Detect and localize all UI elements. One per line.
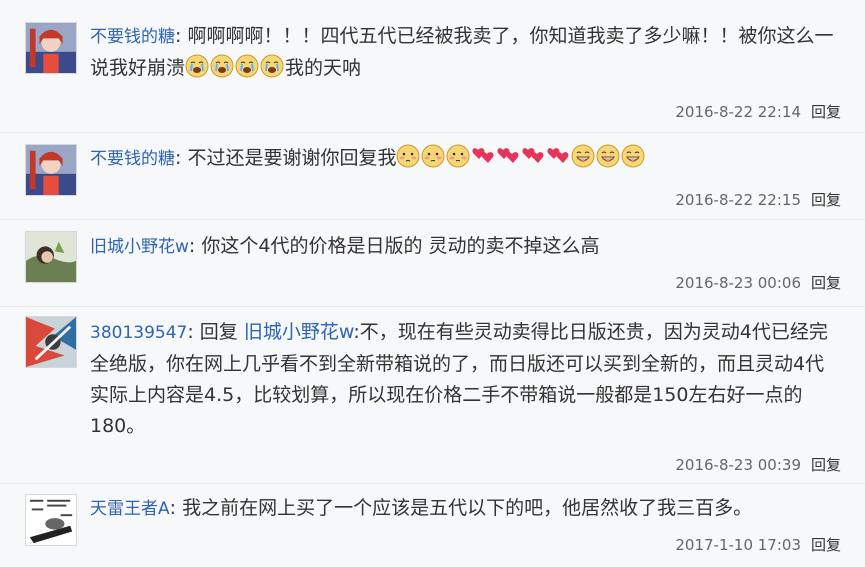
timestamp: 2016-8-23 00:39 xyxy=(675,456,801,474)
comment-text: 不要钱的糖: 不过还是要谢谢你回复我 xyxy=(90,143,835,175)
comment-text: 旧城小野花w: 你这个4代的价格是日版的 灵动的卖不掉这么高 xyxy=(90,231,835,263)
comment-item: 旧城小野花w: 你这个4代的价格是日版的 灵动的卖不掉这么高 2016-8-23… xyxy=(0,220,865,307)
avatar[interactable] xyxy=(25,22,77,74)
comment-item: 不要钱的糖: 啊啊啊啊！！！四代五代已经被我卖了，你知道我卖了多少嘛！！被你这么… xyxy=(0,0,865,133)
comment-meta: 2016-8-22 22:14 回复 xyxy=(675,101,841,122)
timestamp: 2017-1-10 17:03 xyxy=(675,536,801,554)
grin-icon xyxy=(571,144,595,168)
crying-icon xyxy=(185,54,209,78)
reply-button[interactable]: 回复 xyxy=(811,456,841,474)
comment-item: 380139547: 回复 旧城小野花w:不，现在有些灵动卖得比日版还贵，因为灵… xyxy=(0,307,865,484)
comment-meta: 2016-8-23 00:39 回复 xyxy=(675,454,841,475)
comment-meta: 2017-1-10 17:03 回复 xyxy=(675,534,841,555)
username-link[interactable]: 旧城小野花w xyxy=(90,237,189,257)
username-separator: : xyxy=(175,147,182,169)
comment-body: 你这个4代的价格是日版的 灵动的卖不掉这么高 xyxy=(201,235,600,257)
crying-icon xyxy=(235,54,259,78)
timestamp: 2016-8-22 22:15 xyxy=(675,191,801,209)
comment-item: 天雷王者A: 我之前在网上买了一个应该是五代以下的吧，他居然收了我三百多。 20… xyxy=(0,484,865,567)
crying-icon xyxy=(210,54,234,78)
reply-prefix: 回复 xyxy=(199,321,238,343)
username-link[interactable]: 不要钱的糖 xyxy=(90,149,175,169)
username-separator: : xyxy=(187,321,194,343)
reply-target-link[interactable]: 旧城小野花w xyxy=(244,321,354,343)
hearts-icon xyxy=(546,144,570,168)
avatar[interactable] xyxy=(25,316,77,368)
avatar[interactable] xyxy=(25,231,77,283)
comment-text: 380139547: 回复 旧城小野花w:不，现在有些灵动卖得比日版还贵，因为灵… xyxy=(90,317,835,442)
grin-icon xyxy=(621,144,645,168)
reply-button[interactable]: 回复 xyxy=(811,191,841,209)
comment-text: 天雷王者A: 我之前在网上买了一个应该是五代以下的吧，他居然收了我三百多。 xyxy=(90,493,835,525)
comment-list: 不要钱的糖: 啊啊啊啊！！！四代五代已经被我卖了，你知道我卖了多少嘛！！被你这么… xyxy=(0,0,865,567)
comment-item: 不要钱的糖: 不过还是要谢谢你回复我 2016-8-22 22:15 回复 xyxy=(0,133,865,220)
avatar[interactable] xyxy=(25,494,77,546)
username-link[interactable]: 380139547 xyxy=(90,323,187,343)
comment-text: 不要钱的糖: 啊啊啊啊！！！四代五代已经被我卖了，你知道我卖了多少嘛！！被你这么… xyxy=(90,21,835,84)
comment-body: 不过还是要谢谢你回复我 xyxy=(187,147,397,169)
username-separator: : xyxy=(169,497,177,519)
timestamp: 2016-8-22 22:14 xyxy=(675,103,801,121)
username-separator: : xyxy=(175,25,182,47)
comment-meta: 2016-8-22 22:15 回复 xyxy=(675,189,841,210)
avatar[interactable] xyxy=(25,144,77,196)
comment-meta: 2016-8-23 00:06 回复 xyxy=(675,272,841,293)
reply-button[interactable]: 回复 xyxy=(811,274,841,292)
reply-button[interactable]: 回复 xyxy=(811,536,841,554)
blush-icon xyxy=(421,144,445,168)
blush-icon xyxy=(446,144,470,168)
username-link[interactable]: 天雷王者A xyxy=(90,499,170,519)
crying-icon xyxy=(260,54,284,78)
grin-icon xyxy=(596,144,620,168)
hearts-icon xyxy=(521,144,545,168)
reply-button[interactable]: 回复 xyxy=(811,103,841,121)
blush-icon xyxy=(396,144,420,168)
comment-body-tail: 我的天呐 xyxy=(285,57,362,79)
username-separator: : xyxy=(188,235,196,257)
comment-body: 我之前在网上买了一个应该是五代以下的吧，他居然收了我三百多。 xyxy=(182,497,753,519)
username-link[interactable]: 不要钱的糖 xyxy=(90,27,175,47)
hearts-icon xyxy=(496,144,520,168)
hearts-icon xyxy=(471,144,495,168)
timestamp: 2016-8-23 00:06 xyxy=(675,274,801,292)
